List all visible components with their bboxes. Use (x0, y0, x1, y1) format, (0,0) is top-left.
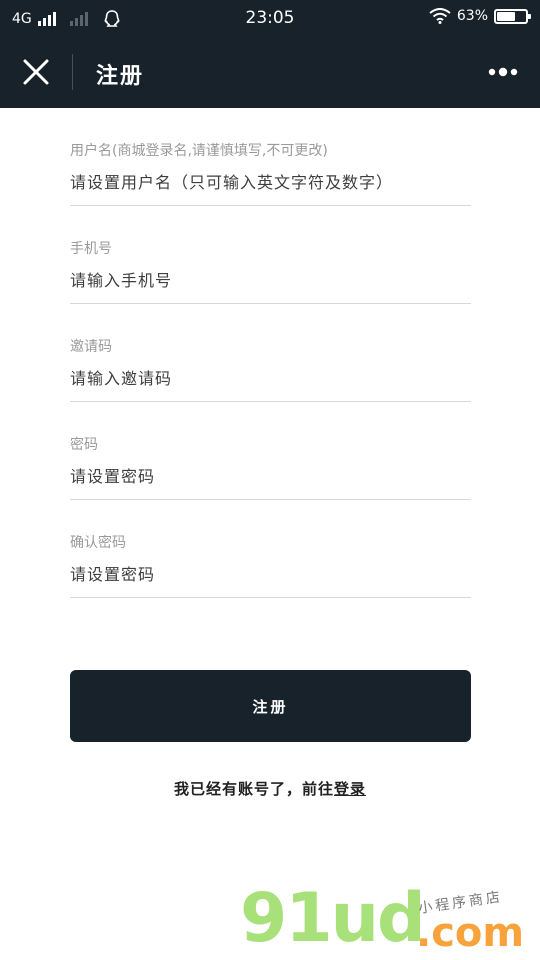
login-prompt-text: 我已经有账号了，前往 (173, 780, 334, 798)
battery-icon (494, 8, 531, 24)
confirm-password-input[interactable] (70, 560, 471, 588)
invite-code-input[interactable] (70, 364, 471, 392)
field-password: 密码 (70, 402, 471, 500)
confirm-password-label: 确认密码 (70, 535, 126, 551)
nav-bar: 注册 (0, 36, 540, 108)
password-label: 密码 (70, 437, 98, 453)
battery-percent: 63% (456, 8, 488, 24)
register-button[interactable]: 注册 (70, 670, 471, 742)
username-label: 用户名(商城登录名,请谨慎填写,不可更改) (70, 143, 328, 159)
login-link[interactable]: 登录 (334, 780, 366, 798)
field-confirm-password: 确认密码 (70, 500, 471, 598)
field-invite-code: 邀请码 (70, 304, 471, 402)
login-prompt: 我已经有账号了，前往登录 (0, 778, 540, 799)
more-options-icon[interactable] (488, 66, 518, 78)
field-username: 用户名(商城登录名,请谨慎填写,不可更改) (70, 108, 471, 206)
status-bar-right: 63% (429, 8, 531, 24)
close-icon[interactable] (22, 58, 50, 86)
invite-code-label: 邀请码 (70, 339, 112, 355)
watermark-main-text: 91ud (240, 879, 426, 958)
password-input[interactable] (70, 462, 471, 490)
status-bar: 4G 23:05 63% (0, 0, 540, 36)
watermark-logo: 91ud .com 小程序商店 (240, 878, 540, 960)
nav-divider (72, 54, 73, 90)
register-form: 用户名(商城登录名,请谨慎填写,不可更改) 手机号 邀请码 密码 确认密码 (70, 108, 471, 598)
field-phone: 手机号 (70, 206, 471, 304)
username-input[interactable] (70, 168, 471, 196)
page-title: 注册 (96, 64, 145, 89)
phone-label: 手机号 (70, 241, 112, 257)
wifi-icon (429, 8, 451, 24)
phone-input[interactable] (70, 266, 471, 294)
